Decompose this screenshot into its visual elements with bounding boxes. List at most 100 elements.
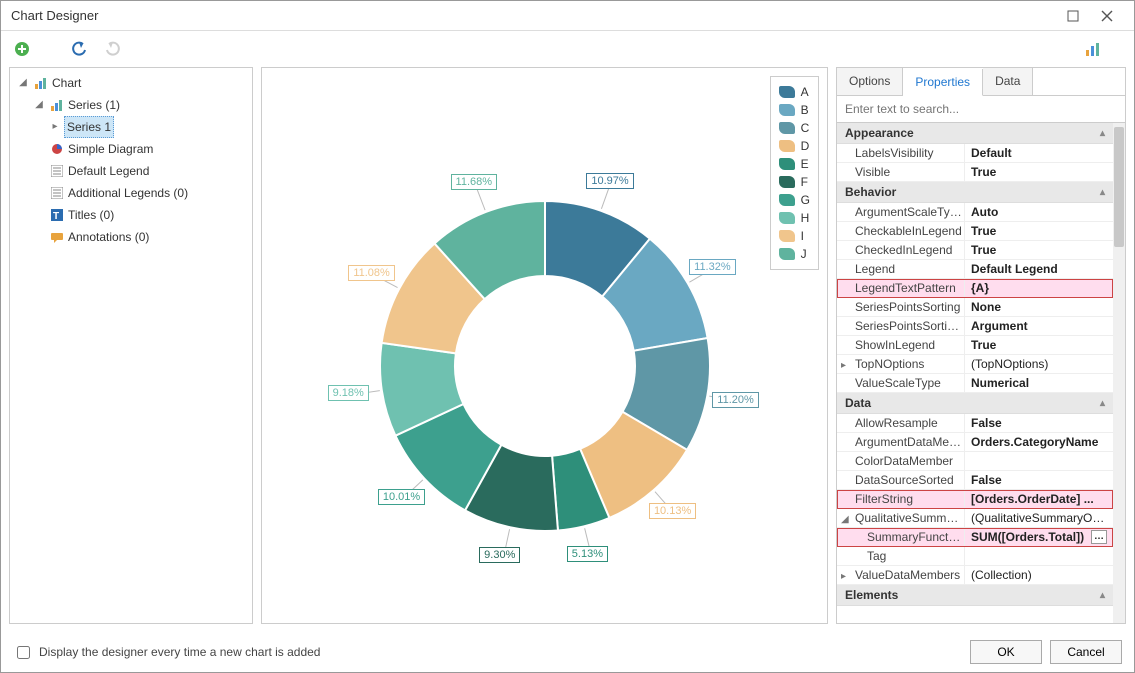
legend-item: A — [779, 83, 810, 101]
toolbar — [1, 31, 1134, 67]
pie-icon — [50, 142, 64, 156]
tree-titles[interactable]: T Titles (0) — [34, 204, 248, 226]
slice-label: 10.13% — [649, 503, 696, 519]
undo-button[interactable] — [67, 36, 93, 62]
legend-swatch — [779, 86, 795, 98]
tree-simple-diagram[interactable]: Simple Diagram — [34, 138, 248, 160]
series-icon — [50, 98, 64, 112]
legend-swatch — [779, 140, 795, 152]
legend-swatch — [779, 104, 795, 116]
category-behavior[interactable]: Behavior▴ — [837, 182, 1113, 203]
legend-swatch — [779, 194, 795, 206]
ellipsis-button[interactable]: … — [1091, 530, 1107, 544]
prop-row[interactable]: ▸TopNOptions(TopNOptions) — [837, 355, 1113, 374]
legend-item: B — [779, 101, 810, 119]
slice-label: 5.13% — [567, 546, 608, 562]
prop-row-summary-function[interactable]: SummaryFunctionSUM([Orders.Total])… — [837, 528, 1113, 547]
main-body: ◢ Chart ◢ Series (1) — [1, 67, 1134, 632]
legend-swatch — [779, 122, 795, 134]
expander-icon[interactable]: ▸ — [50, 117, 60, 137]
chart-type-button[interactable] — [1080, 36, 1106, 62]
prop-row-filter-string[interactable]: FilterString[Orders.OrderDate] ... — [837, 490, 1113, 509]
tree-label: Titles (0) — [68, 205, 114, 225]
tree-label: Series (1) — [68, 95, 120, 115]
display-designer-checkbox[interactable]: Display the designer every time a new ch… — [13, 643, 320, 662]
prop-row[interactable]: Tag — [837, 547, 1113, 566]
tab-data[interactable]: Data — [983, 68, 1033, 95]
slice-label: 11.20% — [712, 392, 759, 408]
tree-label: Annotations (0) — [68, 227, 149, 247]
checkbox-input[interactable] — [17, 646, 30, 659]
tree-default-legend[interactable]: Default Legend — [34, 160, 248, 182]
slice-label: 9.18% — [328, 385, 369, 401]
prop-row-legend-text-pattern[interactable]: LegendTextPattern{A} — [837, 279, 1113, 298]
legend-item: E — [779, 155, 810, 173]
properties-panel: Options Properties Data Appearance▴ Labe… — [836, 67, 1126, 624]
tree-label: Simple Diagram — [68, 139, 153, 159]
prop-row[interactable]: ◢QualitativeSummary...(QualitativeSummar… — [837, 509, 1113, 528]
prop-row[interactable]: ValueScaleTypeNumerical — [837, 374, 1113, 393]
legend-icon — [50, 164, 64, 178]
property-grid[interactable]: Appearance▴ LabelsVisibilityDefault Visi… — [836, 123, 1126, 624]
tree-label: Default Legend — [68, 161, 149, 181]
prop-row[interactable]: ▸ValueDataMembers(Collection) — [837, 566, 1113, 585]
cancel-button[interactable]: Cancel — [1050, 640, 1122, 664]
legend-label: B — [801, 101, 809, 119]
legend-swatch — [779, 230, 795, 242]
svg-text:T: T — [53, 211, 59, 221]
legend-swatch — [779, 248, 795, 260]
tree-additional-legends[interactable]: Additional Legends (0) — [34, 182, 248, 204]
legend-item: C — [779, 119, 810, 137]
tree-label: Chart — [52, 73, 81, 93]
tree-chart[interactable]: ◢ Chart — [18, 72, 248, 94]
tab-properties[interactable]: Properties — [903, 69, 983, 96]
legend: ABCDEFGHIJ — [770, 76, 819, 270]
maximize-button[interactable] — [1056, 4, 1090, 28]
prop-row[interactable]: ArgumentScaleTypeAuto — [837, 203, 1113, 222]
prop-row[interactable]: CheckedInLegendTrue — [837, 241, 1113, 260]
prop-row[interactable]: AllowResampleFalse — [837, 414, 1113, 433]
category-appearance[interactable]: Appearance▴ — [837, 123, 1113, 144]
category-elements[interactable]: Elements▴ — [837, 585, 1113, 606]
legend-label: H — [801, 209, 810, 227]
legend-item: D — [779, 137, 810, 155]
tabs: Options Properties Data — [836, 67, 1126, 95]
prop-row[interactable]: CheckableInLegendTrue — [837, 222, 1113, 241]
prop-row[interactable]: SeriesPointsSorting...Argument — [837, 317, 1113, 336]
prop-row[interactable]: ArgumentDataMem...Orders.CategoryName — [837, 433, 1113, 452]
search-input[interactable] — [837, 96, 1125, 122]
prop-row[interactable]: LabelsVisibilityDefault — [837, 144, 1113, 163]
chart-designer-window: Chart Designer ◢ — [0, 0, 1135, 673]
window-title: Chart Designer — [11, 8, 1056, 23]
redo-button[interactable] — [99, 36, 125, 62]
prop-row[interactable]: VisibleTrue — [837, 163, 1113, 182]
prop-row[interactable]: DataSourceSortedFalse — [837, 471, 1113, 490]
slice-label: 10.97% — [586, 173, 633, 189]
tree-series-group[interactable]: ◢ Series (1) — [34, 94, 248, 116]
prop-row[interactable]: ShowInLegendTrue — [837, 336, 1113, 355]
tab-options[interactable]: Options — [837, 68, 903, 95]
prop-row[interactable]: LegendDefault Legend — [837, 260, 1113, 279]
legend-label: F — [801, 173, 808, 191]
checkbox-label: Display the designer every time a new ch… — [39, 645, 320, 659]
legend-item: F — [779, 173, 810, 191]
prop-row[interactable]: SeriesPointsSortingNone — [837, 298, 1113, 317]
chart-preview: 10.97%11.32%11.20%10.13%5.13%9.30%10.01%… — [261, 67, 828, 624]
scrollbar[interactable] — [1113, 123, 1125, 623]
slice-label: 10.01% — [378, 489, 425, 505]
tree-series1[interactable]: ▸ Series 1 — [50, 116, 248, 138]
category-data[interactable]: Data▴ — [837, 393, 1113, 414]
footer: Display the designer every time a new ch… — [1, 632, 1134, 672]
expander-icon[interactable]: ◢ — [18, 73, 28, 93]
ok-button[interactable]: OK — [970, 640, 1042, 664]
tree-annotations[interactable]: Annotations (0) — [34, 226, 248, 248]
expander-icon[interactable]: ◢ — [34, 95, 44, 115]
close-button[interactable] — [1090, 4, 1124, 28]
legend-swatch — [779, 176, 795, 188]
donut-chart — [290, 91, 800, 601]
prop-row[interactable]: ColorDataMember — [837, 452, 1113, 471]
legend-item: I — [779, 227, 810, 245]
scrollbar-thumb[interactable] — [1114, 127, 1124, 247]
legend-label: J — [801, 245, 807, 263]
add-button[interactable] — [9, 36, 35, 62]
